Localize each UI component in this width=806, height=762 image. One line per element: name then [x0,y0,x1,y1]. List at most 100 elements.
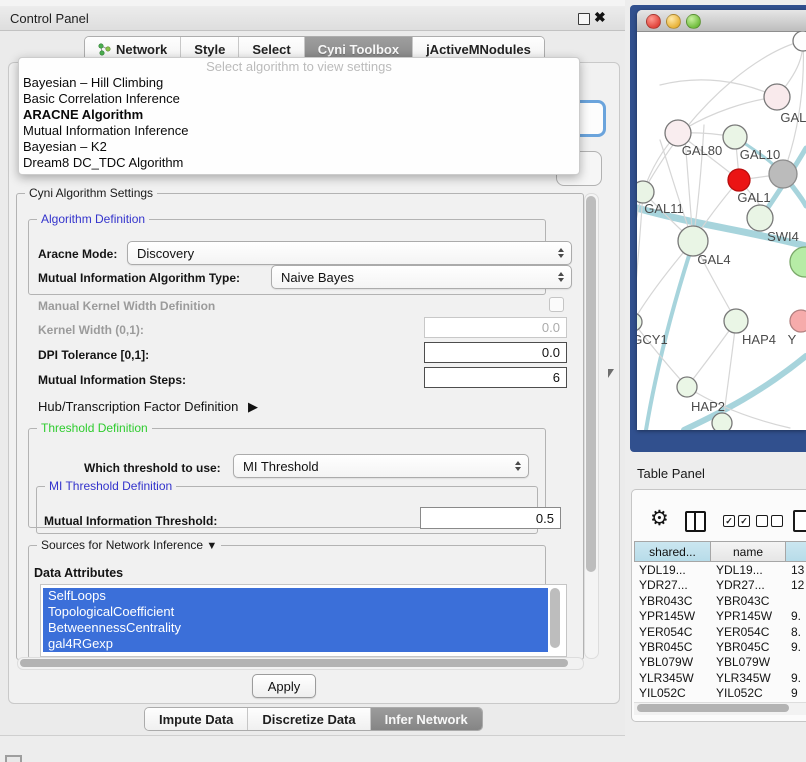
network-node-label: GAL1 [737,190,770,205]
mi-threshold-field[interactable] [420,507,561,529]
network-window-titlebar[interactable] [637,10,806,32]
unchecked-checkbox-icon[interactable] [756,515,768,527]
gear-icon[interactable]: ⚙ [650,509,669,529]
attribute-item[interactable]: TopologicalCoefficient [43,604,548,620]
settings-vertical-scrollbar-thumb[interactable] [586,196,596,572]
column-header[interactable] [786,541,806,562]
network-edge[interactable] [660,80,777,97]
kernel-width-field[interactable] [424,317,567,338]
network-node-swi4[interactable] [747,205,773,231]
tab-discretize-data[interactable]: Discretize Data [247,708,369,730]
close-traffic-light[interactable] [646,14,661,29]
network-node-label: GAL7 [780,110,806,125]
checked-checkbox-icon[interactable]: ✓ [723,515,735,527]
aracne-mode-select[interactable]: Discovery [127,241,572,265]
data-attributes-list[interactable]: SelfLoopsTopologicalCoefficientBetweenne… [40,584,567,657]
dpi-tolerance-label: DPI Tolerance [0,1]: [38,348,149,362]
algorithm-option[interactable]: Basic Correlation Inference [19,91,579,107]
table-cell: YLR345W [711,671,786,685]
network-node-hap2[interactable] [677,377,697,397]
table-cell: 12 [786,578,806,592]
network-graph[interactable]: GAL7GAL80GAL10GAL1GAL11SWI4GAL4GCY1HAP4Y… [637,31,806,430]
network-node-gal1[interactable] [728,169,750,191]
algorithm-dropdown-popup: Select algorithm to view settings Bayesi… [18,57,580,175]
manual-kernel-width-checkbox[interactable] [549,297,564,312]
zoom-traffic-light[interactable] [686,14,701,29]
network-node-gcy1[interactable] [637,313,642,331]
network-node-label: GAL11 [644,201,684,216]
network-node[interactable] [790,247,806,277]
mouse-cursor [608,369,614,378]
split-columns-icon[interactable] [685,511,706,532]
attribute-item[interactable]: BetweennessCentrality [43,620,548,636]
table-cell: YIL052C [711,686,786,700]
table-row[interactable]: YPR145WYPR145W9. [634,609,806,623]
column-header[interactable]: shared... [634,541,711,562]
dpi-tolerance-field[interactable] [424,342,567,363]
algorithm-option[interactable]: Bayesian – K2 [19,139,579,155]
sources-title: Sources for Network Inference ▼ [37,538,221,552]
table-cell: 9. [786,671,806,685]
dock-icon[interactable] [5,755,22,762]
manual-kernel-width-label: Manual Kernel Width Definition [38,299,215,313]
network-node-hap4[interactable] [724,309,748,333]
algorithm-option[interactable]: Dream8 DC_TDC Algorithm [19,155,579,171]
checked-checkbox-icon[interactable]: ✓ [738,515,750,527]
algorithm-option[interactable]: ARACNE Algorithm [19,107,579,123]
network-node-gal10[interactable] [723,125,747,149]
column-header[interactable]: name [711,541,786,562]
algorithm-option[interactable]: Bayesian – Hill Climbing [19,75,579,91]
spinner-arrows-icon [558,248,571,258]
table-row[interactable]: YBR043CYBR043C [634,594,806,608]
data-attributes-label: Data Attributes [34,566,123,580]
table-cell: 9 [786,686,806,700]
table-panel-title: Table Panel [637,466,705,481]
unchecked-checkbox-icon[interactable] [771,515,783,527]
apply-button[interactable]: Apply [252,674,316,698]
network-node[interactable] [793,31,806,51]
which-threshold-select[interactable]: MI Threshold [233,454,529,478]
screen: Control Panel ✖ Network Style Select Cyn… [0,0,806,762]
network-node[interactable] [712,413,732,430]
document-icon[interactable] [793,510,806,532]
float-window-button[interactable] [578,13,590,25]
settings-horizontal-scrollbar-thumb[interactable] [20,659,568,667]
table-cell: YPR145W [634,609,711,623]
table-row[interactable]: YDR27...YDR27...12 [634,578,806,592]
hub-definition-expander[interactable]: Hub/Transcription Factor Definition ▶ [38,399,258,415]
mi-algorithm-type-select[interactable]: Naive Bayes [271,265,572,289]
minimize-traffic-light[interactable] [666,14,681,29]
table-row[interactable]: YDL19...YDL19...13 [634,563,806,577]
tab-network-label: Network [116,42,167,57]
control-panel-titlebar[interactable] [0,6,625,31]
table-row[interactable]: YBR045CYBR045C9. [634,640,806,654]
network-node-label: GAL80 [682,143,722,158]
algorithm-placeholder: Select algorithm to view settings [19,58,579,75]
table-horizontal-scrollbar-thumb[interactable] [637,704,789,712]
spinner-arrows-icon [515,461,528,471]
network-node-gal11[interactable] [637,181,654,203]
tab-impute-data[interactable]: Impute Data [145,708,247,730]
network-node-label: GAL4 [697,252,730,267]
table-row[interactable]: YER054CYER054C8. [634,625,806,639]
attributes-list-scrollbar[interactable] [550,588,560,648]
network-node-label: GAL10 [740,147,780,162]
table-cell: 8. [786,625,806,639]
network-node[interactable] [769,160,797,188]
network-node-gal7[interactable] [764,84,790,110]
table-row[interactable]: YLR345WYLR345W9. [634,671,806,685]
mi-threshold-label: Mutual Information Threshold: [44,514,217,528]
close-icon[interactable]: ✖ [594,9,606,26]
table-cell: YPR145W [711,609,786,623]
algorithm-option[interactable]: Mutual Information Inference [19,123,579,139]
collapse-arrow-icon[interactable]: ▼ [206,540,217,552]
mi-steps-field[interactable] [424,367,567,388]
attribute-item[interactable]: gal4RGexp [43,636,548,652]
network-node-y[interactable] [790,310,806,332]
table-row[interactable]: YIL052CYIL052C9 [634,686,806,700]
table-row[interactable]: YBL079WYBL079W [634,655,806,669]
table-cell: YDR27... [634,578,711,592]
tab-infer-network[interactable]: Infer Network [370,708,482,730]
control-panel-title: Control Panel [10,11,89,26]
attribute-item[interactable]: SelfLoops [43,588,548,604]
